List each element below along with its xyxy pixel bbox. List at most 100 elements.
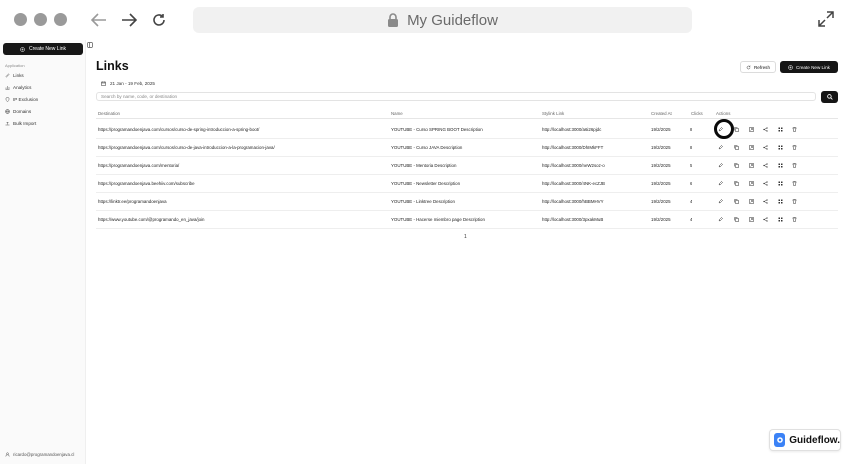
cell-name: YOUTUBE - Curso SPRING BOOT Description bbox=[391, 127, 483, 132]
delete-icon[interactable] bbox=[791, 126, 798, 133]
share-icon[interactable] bbox=[762, 162, 769, 169]
cell-created: 19/2/2025 bbox=[651, 217, 671, 222]
cell-clicks: 8 bbox=[690, 127, 693, 132]
cell-link[interactable]: http://localhost:3000/DhIMkFFT bbox=[542, 145, 647, 150]
copy-icon[interactable] bbox=[733, 126, 740, 133]
sidebar-item-label: Links bbox=[13, 72, 24, 78]
cell-link[interactable]: http://localhost:3000/3pxakMuB bbox=[542, 217, 647, 222]
copy-icon[interactable] bbox=[733, 162, 740, 169]
cell-clicks: 5 bbox=[690, 163, 693, 168]
sidebar-item-domains[interactable]: Domains bbox=[5, 107, 31, 115]
qr-code-icon[interactable] bbox=[777, 180, 784, 187]
column-header-actions: Actions bbox=[716, 111, 731, 116]
edit-icon[interactable] bbox=[717, 180, 724, 187]
edit-icon[interactable] bbox=[717, 198, 724, 205]
create-link-label: Create New Link bbox=[796, 64, 830, 70]
browser-chrome: My Guideflow bbox=[0, 0, 852, 40]
sidebar-item-links[interactable]: Links bbox=[5, 71, 24, 79]
copy-icon[interactable] bbox=[733, 198, 740, 205]
edit-icon[interactable] bbox=[717, 216, 724, 223]
chart-icon bbox=[5, 85, 10, 90]
column-header-created: Created At bbox=[651, 111, 672, 116]
window-minimize-dot[interactable] bbox=[34, 13, 47, 26]
cell-destination[interactable]: https://linktr.ee/programandoenjava bbox=[98, 199, 388, 204]
user-email: ricardo@programandoenjava.cl bbox=[13, 452, 75, 457]
sidebar-create-link-button[interactable]: Create New Link bbox=[3, 43, 83, 55]
open-external-icon[interactable] bbox=[748, 144, 755, 151]
cell-name: YOUTUBE - Curso JAVA Description bbox=[391, 145, 463, 150]
address-bar[interactable]: My Guideflow bbox=[193, 7, 692, 33]
share-icon[interactable] bbox=[762, 126, 769, 133]
expand-icon[interactable] bbox=[817, 10, 837, 30]
page-title: Links bbox=[96, 59, 129, 73]
search-input[interactable]: Search by name, code, or destination bbox=[96, 92, 816, 101]
sidebar-toggle-icon[interactable] bbox=[87, 42, 93, 48]
open-external-icon[interactable] bbox=[748, 162, 755, 169]
share-icon[interactable] bbox=[762, 198, 769, 205]
qr-code-icon[interactable] bbox=[777, 198, 784, 205]
delete-icon[interactable] bbox=[791, 216, 798, 223]
sidebar-item-label: Analytics bbox=[13, 84, 32, 90]
cell-destination[interactable]: https://programandoenjava.com/mentoria/ bbox=[98, 163, 388, 168]
cell-created: 19/2/2025 bbox=[651, 163, 671, 168]
cell-clicks: 4 bbox=[690, 199, 693, 204]
delete-icon[interactable] bbox=[791, 180, 798, 187]
share-icon[interactable] bbox=[762, 216, 769, 223]
window-maximize-dot[interactable] bbox=[54, 13, 67, 26]
plus-circle-icon bbox=[20, 46, 25, 52]
back-icon[interactable] bbox=[88, 9, 110, 31]
create-link-button[interactable]: Create New Link bbox=[780, 61, 838, 73]
sidebar-item-label: Domains bbox=[13, 108, 32, 114]
guideflow-badge[interactable]: Guideflow. bbox=[769, 429, 841, 451]
share-icon[interactable] bbox=[762, 180, 769, 187]
cell-destination[interactable]: https://programandoenjava.com/cursos/cur… bbox=[98, 127, 388, 132]
forward-icon[interactable] bbox=[118, 9, 140, 31]
copy-icon[interactable] bbox=[733, 180, 740, 187]
sidebar-item-analytics[interactable]: Analytics bbox=[5, 83, 31, 91]
qr-code-icon[interactable] bbox=[777, 162, 784, 169]
pagination-current-page[interactable]: 1 bbox=[464, 234, 467, 240]
shield-icon bbox=[5, 96, 10, 102]
cell-link[interactable]: http://localhost:3000/4NK-ecZJB bbox=[542, 181, 647, 186]
delete-icon[interactable] bbox=[791, 144, 798, 151]
guideflow-badge-label: Guideflow. bbox=[789, 434, 840, 446]
app-window: Create New Link Application Links Analyt… bbox=[0, 40, 852, 464]
cell-link[interactable]: http://localhost:3000/a6i26pjdc bbox=[542, 127, 647, 132]
cell-clicks: 4 bbox=[690, 217, 693, 222]
table-row: https://www.youtube.com/@programando_en_… bbox=[96, 211, 838, 229]
copy-icon[interactable] bbox=[733, 144, 740, 151]
delete-icon[interactable] bbox=[791, 198, 798, 205]
cell-destination[interactable]: https://www.youtube.com/@programando_en_… bbox=[98, 217, 388, 222]
qr-code-icon[interactable] bbox=[777, 144, 784, 151]
sidebar-item-bulk-import[interactable]: Bulk Import bbox=[5, 119, 36, 127]
cell-created: 19/2/2025 bbox=[651, 199, 671, 204]
open-external-icon[interactable] bbox=[748, 126, 755, 133]
edit-icon[interactable] bbox=[717, 162, 724, 169]
cell-link[interactable]: http://localhost:3000/hBBMHVY bbox=[542, 199, 647, 204]
main-content: Links Refresh Create New Link 21 Jan - 1… bbox=[94, 40, 852, 464]
refresh-button[interactable]: Refresh bbox=[740, 61, 776, 73]
open-external-icon[interactable] bbox=[748, 198, 755, 205]
cell-link[interactable]: http://localhost:3000/neW2soz-o bbox=[542, 163, 647, 168]
reload-icon[interactable] bbox=[148, 9, 170, 31]
qr-code-icon[interactable] bbox=[777, 126, 784, 133]
delete-icon[interactable] bbox=[791, 162, 798, 169]
upload-icon bbox=[5, 121, 10, 125]
table-row: https://programandoenjava.beehiiv.com/su… bbox=[96, 175, 838, 193]
user-account[interactable]: ricardo@programandoenjava.cl bbox=[5, 452, 74, 457]
edit-icon[interactable] bbox=[717, 144, 724, 151]
column-header-name: Name bbox=[391, 111, 403, 116]
copy-icon[interactable] bbox=[733, 216, 740, 223]
date-range-picker[interactable]: 21 Jan - 19 Feb, 2025 bbox=[101, 81, 155, 86]
user-icon bbox=[5, 452, 10, 457]
window-close-dot[interactable] bbox=[14, 13, 27, 26]
search-button[interactable] bbox=[821, 91, 838, 103]
qr-code-icon[interactable] bbox=[777, 216, 784, 223]
cell-destination[interactable]: https://programandoenjava.beehiiv.com/su… bbox=[98, 181, 388, 186]
cell-created: 19/2/2025 bbox=[651, 145, 671, 150]
open-external-icon[interactable] bbox=[748, 180, 755, 187]
share-icon[interactable] bbox=[762, 144, 769, 151]
sidebar-item-ip-exclusion[interactable]: IP Exclusion bbox=[5, 95, 38, 103]
open-external-icon[interactable] bbox=[748, 216, 755, 223]
cell-destination[interactable]: https://programandoenjava.com/cursos/cur… bbox=[98, 145, 388, 150]
